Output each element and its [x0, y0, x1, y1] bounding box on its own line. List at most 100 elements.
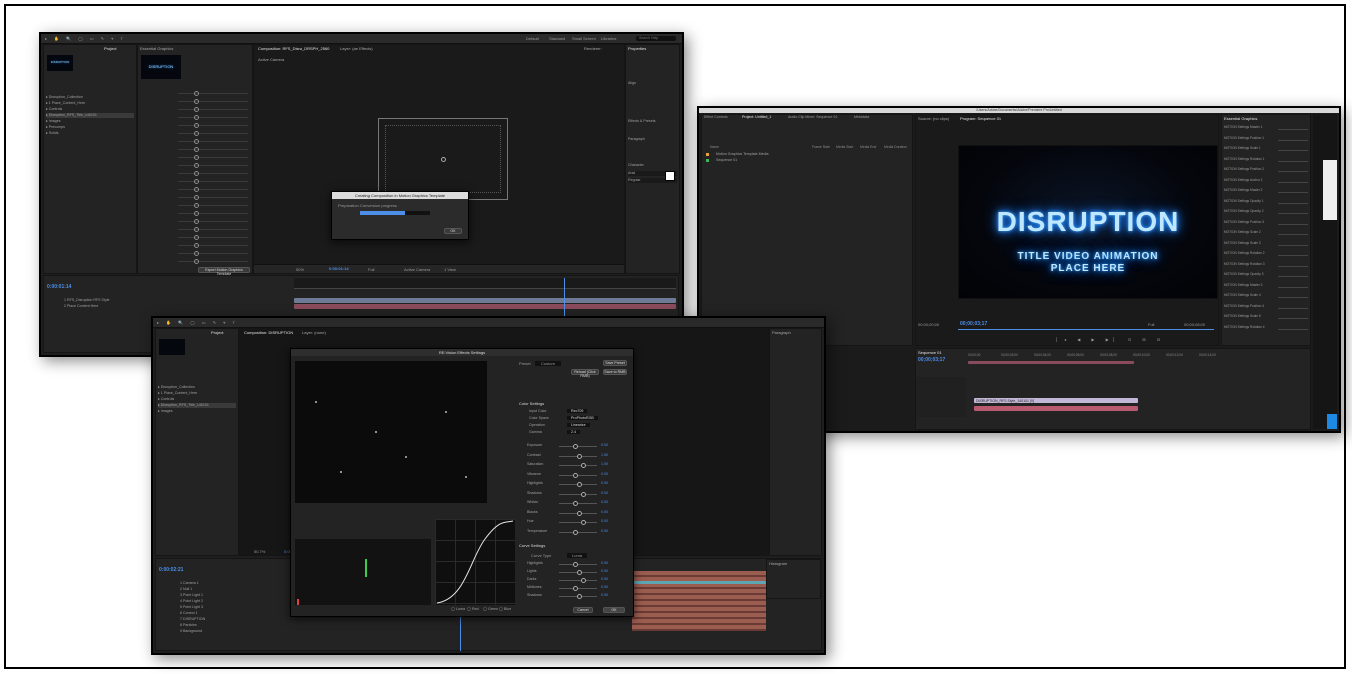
workspace-standard[interactable]: Standard	[549, 36, 565, 41]
program-video-frame[interactable]: DISRUPTION TITLE VIDEO ANIMATION PLACE H…	[958, 145, 1218, 299]
eg-control-value[interactable]	[1278, 139, 1308, 141]
premiere-tab[interactable]: Project: Untitled_1	[742, 115, 771, 119]
zoom-level[interactable]: 50%	[296, 267, 304, 272]
project-list-item[interactable]: ▸ Controls	[46, 107, 134, 112]
search-help-input[interactable]: Search Help	[636, 36, 676, 41]
eg-control[interactable]: MOTION Settings Anchor 1	[1224, 178, 1308, 186]
ae2-layer[interactable]: 4 Point Light 2	[180, 599, 203, 604]
histogram-tab[interactable]: Histogram	[769, 561, 787, 566]
slider-value[interactable]: 0.00	[601, 491, 608, 495]
comp-timecode[interactable]: 0:00:01:14	[329, 266, 349, 271]
eg-control-value[interactable]	[1278, 150, 1308, 151]
eg-property-row[interactable]	[178, 163, 248, 168]
slider-value[interactable]: 0.00	[601, 577, 608, 581]
rev-curve-graph[interactable]	[435, 519, 515, 605]
eg-control-value[interactable]	[1278, 255, 1308, 256]
sequence-tab[interactable]: Sequence 01	[918, 350, 942, 355]
eg-control-value[interactable]	[1278, 223, 1308, 225]
slider-knob[interactable]	[581, 578, 586, 583]
tab-eg[interactable]: Essential Graphics	[1224, 116, 1257, 121]
workspace-default[interactable]: Default	[526, 36, 539, 41]
project-list-item[interactable]: ▸ Disruption_RFS_Title_140101	[46, 113, 134, 118]
slider-track[interactable]	[559, 482, 597, 487]
slider-track[interactable]	[559, 570, 597, 575]
project-list-item[interactable]: ▸ Solids	[46, 131, 134, 136]
eg-property-row[interactable]	[178, 123, 248, 128]
slider-track[interactable]	[559, 463, 597, 468]
premiere-tab[interactable]: Audio Clip Mixer: Sequence 01	[788, 115, 837, 119]
slider-knob[interactable]	[577, 482, 582, 487]
eg-control[interactable]: MOTION Settings Position 2	[1224, 167, 1308, 175]
project-item[interactable]: Sequence 01	[704, 158, 910, 163]
ae2-layer[interactable]: 5 Point Light 3	[180, 605, 203, 610]
comp-frame[interactable]	[378, 118, 508, 200]
eg-property-knob[interactable]	[194, 171, 199, 176]
eg-control[interactable]: MOTION Settings Rotation 4	[1224, 325, 1308, 333]
camera-select[interactable]: Active Camera	[404, 267, 430, 272]
slider-value[interactable]: 0.00	[601, 443, 608, 447]
eg-property-row[interactable]	[178, 243, 248, 248]
workspace-libraries[interactable]: Libraries	[601, 36, 616, 41]
eg-control[interactable]: MOTION Settings Scale 5	[1224, 314, 1308, 322]
eg-control[interactable]: MOTION Settings Master 2	[1224, 188, 1308, 196]
slider-track[interactable]	[559, 501, 597, 506]
project-list-item[interactable]: ▸ 1 Place_Content_Here	[46, 101, 134, 106]
ae2-tab-layer[interactable]: Layer: (none)	[302, 330, 326, 335]
column-header[interactable]: Media Start	[836, 145, 853, 149]
eg-property-row[interactable]	[178, 251, 248, 256]
eg-property-knob[interactable]	[194, 235, 199, 240]
slider-track[interactable]	[559, 578, 597, 583]
timeline-ruler[interactable]: 00;00;00 00;00;02;00 00;00;04;00 00;00;06;0…	[968, 353, 1306, 361]
column-header[interactable]: Frame Rate	[812, 145, 830, 149]
eg-control[interactable]: MOTION Settings Rotation 2	[1224, 251, 1308, 259]
eg-property-knob[interactable]	[194, 251, 199, 256]
views-select[interactable]: 1 View	[444, 267, 456, 272]
save-preset-button[interactable]: Save Preset	[603, 360, 627, 366]
tab-project[interactable]: Project	[104, 46, 116, 51]
ae-tools[interactable]: ▸ ✋ 🔍 ◯ ▭ ✎ ⌖ T	[45, 36, 126, 41]
workspace-small[interactable]: Small Screen	[572, 36, 596, 41]
eg-control-value[interactable]	[1278, 265, 1308, 267]
eg-property-knob[interactable]	[194, 123, 199, 128]
eg-property-knob[interactable]	[194, 147, 199, 152]
eg-property-row[interactable]	[178, 131, 248, 136]
color-swatch[interactable]	[665, 171, 675, 181]
eg-control[interactable]: MOTION Settings Rotation 3	[1224, 262, 1308, 270]
slider-value[interactable]: 0.00	[601, 472, 608, 476]
channel-toggle[interactable]: ◯ Red	[467, 607, 479, 611]
eg-property-knob[interactable]	[194, 227, 199, 232]
slider-track[interactable]	[559, 491, 597, 497]
eg-property-row[interactable]	[178, 147, 248, 152]
eg-property-knob[interactable]	[194, 187, 199, 192]
ae2-timeline-timecode[interactable]: 0:00:02:21	[159, 567, 183, 573]
eg-control-value[interactable]	[1278, 286, 1308, 288]
eg-property-knob[interactable]	[194, 211, 199, 216]
slider-track[interactable]	[559, 586, 597, 591]
eg-control-value[interactable]	[1278, 129, 1308, 130]
tab-layer[interactable]: Layer: (ae Effects)	[340, 46, 373, 51]
ae2-layer[interactable]: 2 Null 1	[180, 587, 192, 592]
rev-preview[interactable]	[295, 361, 487, 503]
eg-control-value[interactable]	[1278, 276, 1308, 277]
tab-source[interactable]: Source: (no clips)	[918, 116, 949, 121]
eg-property-row[interactable]	[178, 115, 248, 120]
save-rmb-button[interactable]: Save to RMB	[603, 369, 627, 375]
slider-knob[interactable]	[581, 491, 586, 497]
comp-anchor-point[interactable]	[441, 157, 446, 162]
eg-property-row[interactable]	[178, 187, 248, 192]
slider-value[interactable]: 0.00	[601, 593, 608, 597]
eg-control[interactable]: MOTION Settings Opacity 2	[1224, 209, 1308, 217]
slider-knob[interactable]	[573, 562, 578, 567]
timeline-timecode[interactable]: 0:00:01:14	[47, 284, 71, 290]
project-list-item[interactable]: ▸ Disruption_Collection	[46, 95, 134, 100]
eg-control-value[interactable]	[1278, 213, 1308, 214]
ae2-project-item[interactable]: ▸ Controls	[158, 397, 236, 402]
slider-track[interactable]	[559, 444, 597, 449]
ae2-tab-comp[interactable]: Composition: DISRUPTION	[244, 330, 293, 335]
slider-track[interactable]	[559, 529, 597, 535]
eg-control[interactable]: MOTION Settings Position 1	[1224, 136, 1308, 144]
eg-control[interactable]: MOTION Settings Master 3	[1224, 283, 1308, 291]
ae2-project-item[interactable]: ▸ Disruption_RFS_Title_140101	[158, 403, 236, 408]
ae2-tools[interactable]: ▸ ✋ 🔍 ◯ ▭ ✎ ⌖ T	[157, 320, 238, 325]
program-scrubber[interactable]	[958, 329, 1214, 330]
